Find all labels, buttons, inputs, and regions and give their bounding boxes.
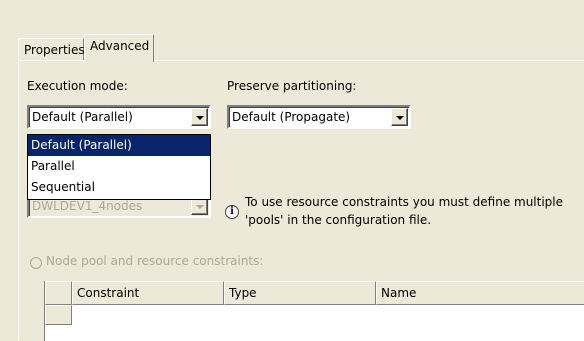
config-file-value: DWLDEV1_4nodes — [32, 199, 143, 213]
table-header: Constraint Type Name — [45, 281, 584, 305]
chevron-down-icon[interactable] — [391, 108, 408, 126]
row-header-corner — [45, 281, 72, 305]
execution-mode-value: Default (Parallel) — [32, 110, 133, 124]
column-header-type[interactable]: Type — [224, 281, 376, 305]
execution-mode-select[interactable]: Default (Parallel) — [27, 105, 211, 129]
preserve-partitioning-label: Preserve partitioning: — [227, 79, 357, 93]
preserve-partitioning-select[interactable]: Default (Propagate) — [227, 105, 411, 129]
node-pool-label: Node pool and resource constraints: — [46, 254, 264, 268]
constraints-table: Constraint Type Name — [44, 281, 584, 341]
column-header-constraint[interactable]: Constraint — [72, 281, 224, 305]
tab-advanced[interactable]: Advanced — [84, 34, 154, 62]
execution-mode-option[interactable]: Default (Parallel) — [28, 135, 210, 156]
preserve-partitioning-value: Default (Propagate) — [232, 110, 351, 124]
column-header-name[interactable]: Name — [376, 281, 584, 305]
execution-mode-label: Execution mode: — [27, 79, 128, 93]
execution-mode-dropdown-list: Default (Parallel) Parallel Sequential — [27, 134, 211, 200]
info-icon: i — [225, 205, 239, 219]
execution-mode-option[interactable]: Sequential — [28, 177, 210, 198]
row-selector[interactable] — [45, 305, 72, 325]
resource-constraint-info: To use resource constraints you must def… — [245, 195, 564, 227]
node-pool-radio — [30, 257, 42, 269]
tab-properties[interactable]: Properties — [18, 38, 85, 61]
execution-mode-option[interactable]: Parallel — [28, 156, 210, 177]
chevron-down-icon[interactable] — [191, 108, 208, 126]
